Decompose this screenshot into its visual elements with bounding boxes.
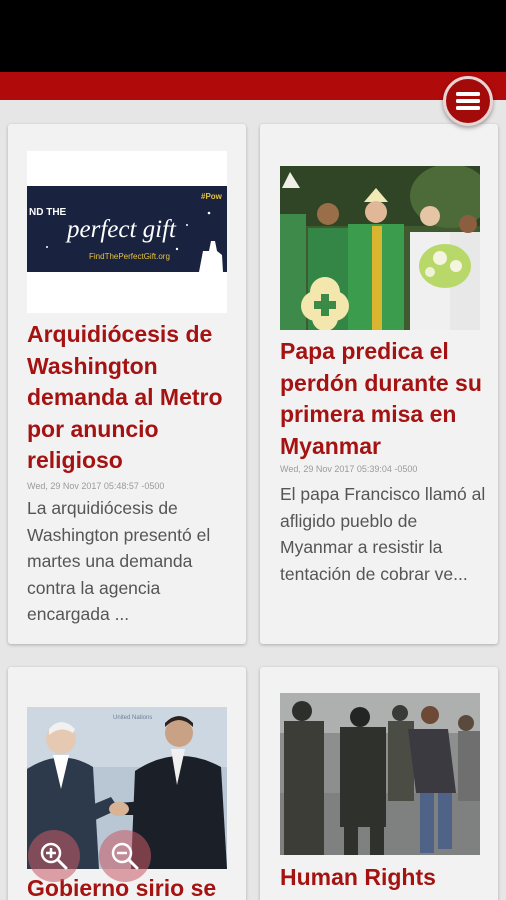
article-title-1[interactable]: Arquidiócesis de Washington demanda al M… [27,319,237,477]
menu-button[interactable] [443,76,493,126]
hamburger-menu-icon [456,92,480,110]
article-image-4 [280,693,480,855]
image-text-un: United Nations [113,715,152,721]
article-image-2 [280,166,480,330]
image-text-tag: #Pow [201,192,223,201]
status-bar [0,0,506,72]
article-card-4[interactable]: Human Rights [260,667,498,900]
zoom-in-icon [40,842,68,870]
article-image-1: ND THE perfect gift FindThePerfectGift.o… [27,151,227,313]
article-date-1: Wed, 29 Nov 2017 05:48:57 -0500 [27,481,165,491]
app-bar [0,72,506,100]
article-title-2[interactable]: Papa predica el perdón durante su primer… [280,336,490,462]
zoom-in-button[interactable] [28,830,80,882]
image-text-perfect-gift: perfect gift [65,216,177,243]
image-text-find-the: ND THE [29,207,67,218]
article-summary-2: El papa Francisco llamó al afligido pueb… [280,484,486,584]
zoom-out-icon [111,842,139,870]
article-card-2[interactable]: Papa predica el perdón durante su primer… [260,124,498,644]
article-summary-1: La arquidiócesis de Washington presentó … [27,498,211,624]
zoom-out-button[interactable] [99,830,151,882]
article-title-4[interactable]: Human Rights [280,862,490,894]
article-date-2: Wed, 29 Nov 2017 05:39:04 -0500 [280,464,418,474]
article-card-1[interactable]: ND THE perfect gift FindThePerfectGift.o… [8,124,246,644]
image-text-url: FindThePerfectGift.org [89,252,170,261]
